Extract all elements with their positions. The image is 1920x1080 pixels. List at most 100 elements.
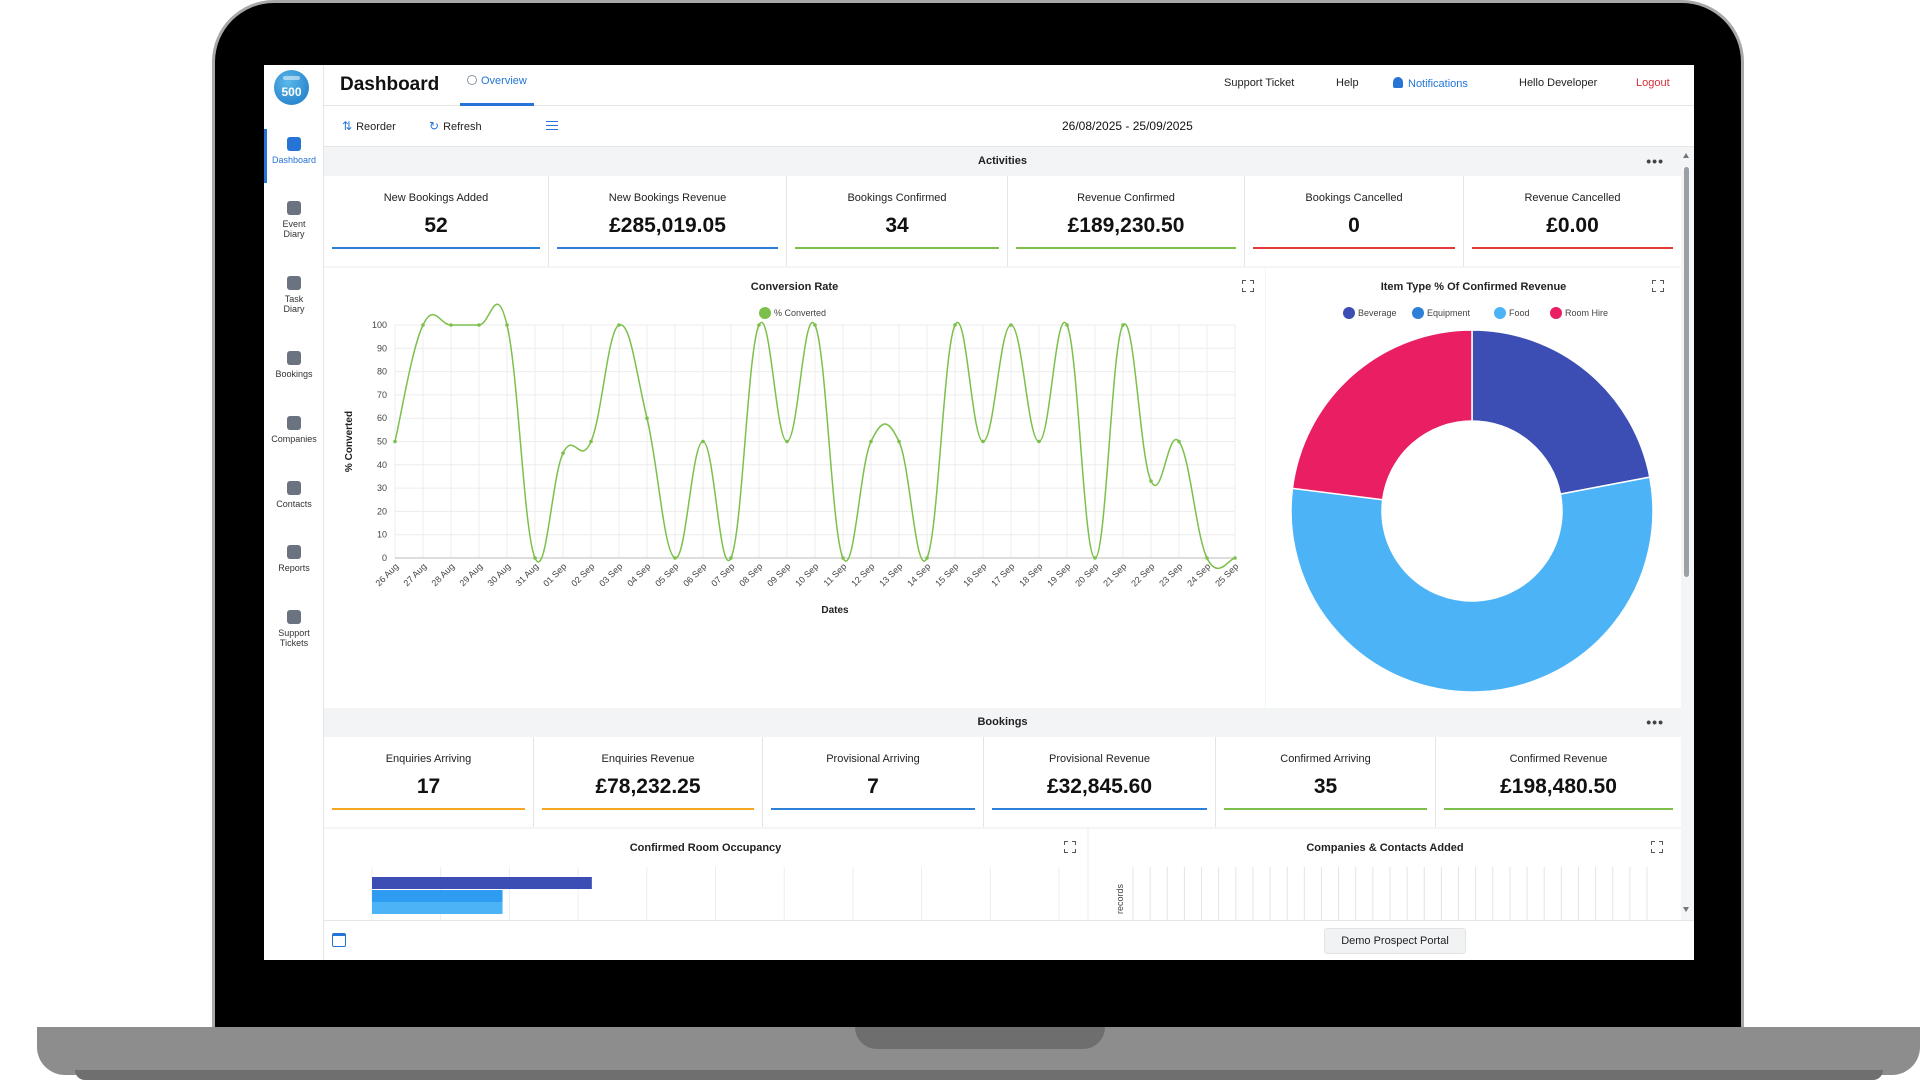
scroll-up-arrow-icon[interactable] [1683,153,1689,158]
kpi-label: Enquiries Revenue [601,753,695,765]
y-tick-label: 50 [377,437,387,447]
demo-prospect-portal-button[interactable]: Demo Prospect Portal [1324,928,1466,954]
scroll-thumb[interactable] [1684,167,1689,577]
x-tick-label: 29 Aug [458,561,485,588]
sidebar-item-reports[interactable]: Reports [264,545,324,573]
legend-label: Equipment [1427,308,1471,318]
data-point [869,439,873,444]
data-point [393,439,397,444]
kpi-label: New Bookings Revenue [608,192,727,204]
data-point [505,323,509,327]
app-logo[interactable]: 500 [274,70,309,105]
sidebar-item-dashboard[interactable]: Dashboard [264,129,324,183]
kpi-card[interactable]: Enquiries Revenue £78,232.25 [534,737,763,827]
y-tick-label: 30 [377,483,387,493]
kpi-underline [1224,808,1427,810]
legend-label: Room Hire [1565,308,1608,318]
kpi-label: Confirmed Arriving [1280,753,1371,765]
kpi-card[interactable]: Provisional Arriving 7 [763,737,984,827]
logout-link[interactable]: Logout [1636,77,1670,89]
sidebar-item-contacts[interactable]: Contacts [264,481,324,509]
sidebar-item-label: Event Diary [282,219,306,239]
data-point [813,323,817,327]
x-axis-title: Dates [821,605,849,616]
dashboard-icon [287,137,301,151]
kpi-card[interactable]: Enquiries Arriving 17 [324,737,534,827]
data-point [953,323,957,327]
kpi-card[interactable]: Confirmed Arriving 35 [1216,737,1436,827]
reorder-button[interactable]: ⇅ Reorder [342,119,396,133]
kpi-card[interactable]: Bookings Confirmed 34 [787,176,1008,266]
sidebar-item-label: Companies [271,434,317,444]
data-point [981,439,985,444]
legend-marker [759,307,771,319]
task-calendar-icon [287,276,301,290]
y-tick-label: 90 [377,343,387,353]
refresh-button[interactable]: ↻ Refresh [429,119,482,133]
data-point [673,556,677,560]
legend-marker [1343,307,1355,319]
y-tick-label: 0 [382,553,387,563]
kpi-value: £198,480.50 [1500,775,1617,798]
data-point [533,556,537,560]
sidebar-item-label: Contacts [276,499,312,509]
kpi-underline [1016,247,1236,249]
calendar-icon[interactable] [332,933,346,947]
data-point [477,323,481,327]
sidebar-item-label: Task Diary [283,294,305,314]
notifications-link[interactable]: Notifications [1393,77,1468,90]
data-point [1009,323,1013,327]
x-tick-label: 19 Sep [1045,561,1072,588]
x-tick-label: 14 Sep [905,561,932,588]
legend-label: Food [1509,308,1530,318]
data-point [897,439,901,444]
date-range[interactable]: 26/08/2025 - 25/09/2025 [1062,119,1193,133]
kpi-card[interactable]: Revenue Confirmed £189,230.50 [1008,176,1245,266]
x-tick-label: 18 Sep [1017,561,1044,588]
support-ticket-link[interactable]: Support Ticket [1224,77,1294,89]
sidebar-item-task-diary[interactable]: Task Diary [264,276,324,314]
kpi-underline [771,808,975,810]
sidebar-item-support-tickets[interactable]: Support Tickets [264,610,324,648]
kpi-card[interactable]: New Bookings Added 52 [324,176,549,266]
calendar-icon [287,201,301,215]
data-point [617,323,621,327]
data-point [1121,323,1125,327]
user-greeting[interactable]: Hello Developer [1519,77,1597,89]
x-tick-label: 02 Sep [569,561,596,588]
x-tick-label: 13 Sep [877,561,904,588]
activities-header: Activities ••• [324,147,1681,176]
scrollbar[interactable] [1683,153,1690,913]
kpi-card[interactable]: Bookings Cancelled 0 [1245,176,1464,266]
data-point [561,451,565,455]
refresh-icon: ↻ [429,119,440,133]
x-tick-label: 16 Sep [961,561,988,588]
x-tick-label: 26 Aug [374,561,401,588]
tab-label: Overview [481,75,527,87]
more-options-icon[interactable]: ••• [1646,708,1664,737]
tab-overview[interactable]: Overview [460,65,534,106]
dashboard-content: Activities ••• New Bookings Added 52 New… [324,147,1681,920]
data-point [1093,556,1097,560]
help-link[interactable]: Help [1336,77,1359,89]
more-options-icon[interactable]: ••• [1646,147,1664,176]
kpi-card[interactable]: New Bookings Revenue £285,019.05 [549,176,787,266]
menu-icon[interactable] [546,121,558,130]
x-tick-label: 05 Sep [653,561,680,588]
scroll-down-arrow-icon[interactable] [1683,907,1689,912]
kpi-underline [332,808,525,810]
bell-icon [1393,77,1403,88]
x-tick-label: 09 Sep [765,561,792,588]
kpi-label: Provisional Arriving [826,753,920,765]
item-type-chart: Beverage Equipment Food Room Hire [1290,307,1654,693]
y-tick-label: 40 [377,460,387,470]
kpi-card[interactable]: Revenue Cancelled £0.00 [1464,176,1681,266]
kpi-underline [1253,247,1455,249]
kpi-card[interactable]: Confirmed Revenue £198,480.50 [1436,737,1681,827]
sidebar-item-event-diary[interactable]: Event Diary [264,201,324,239]
sidebar-item-bookings[interactable]: Bookings [264,351,324,379]
sidebar-item-companies[interactable]: Companies [264,416,324,444]
kpi-label: Bookings Confirmed [847,192,947,204]
kpi-card[interactable]: Provisional Revenue £32,845.60 [984,737,1216,827]
refresh-label: Refresh [443,121,482,133]
